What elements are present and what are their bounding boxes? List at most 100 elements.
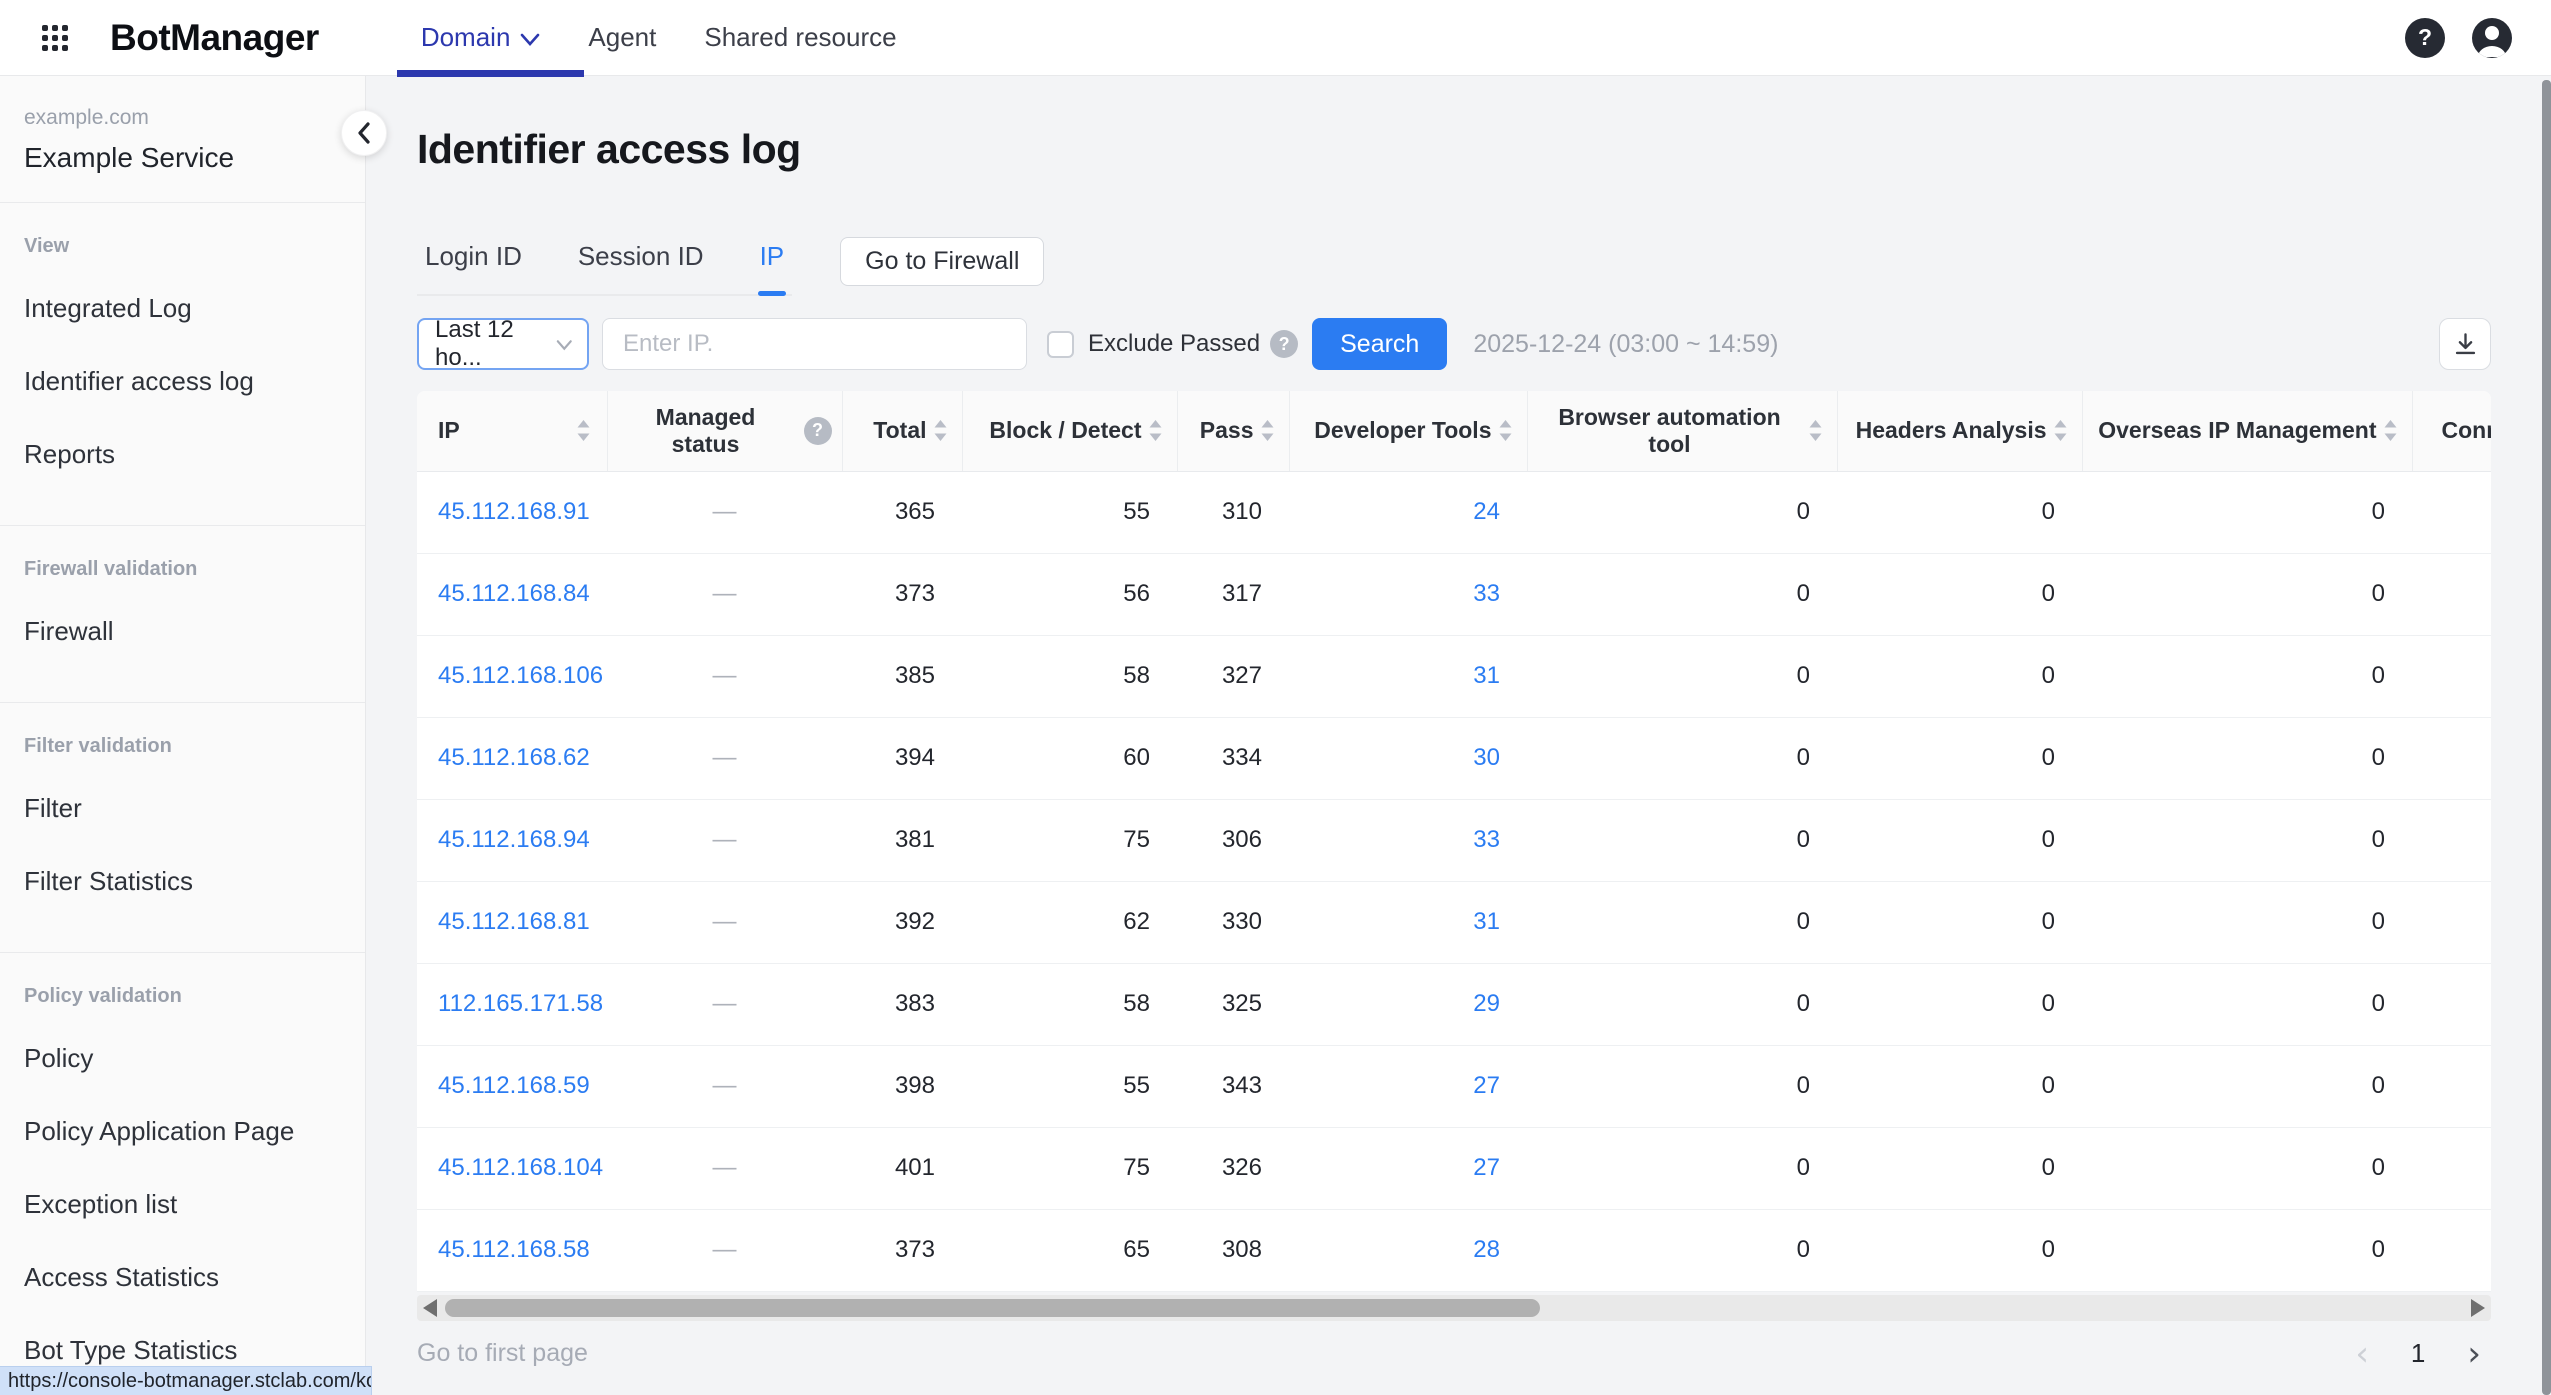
- developer-tools-link[interactable]: 33: [1473, 826, 1500, 853]
- sidebar-section-label: Firewall validation: [24, 558, 198, 580]
- sidebar-item-reports[interactable]: Reports: [24, 418, 341, 491]
- sidebar-item-firewall[interactable]: Firewall: [24, 595, 341, 668]
- column-header-headers-analysis[interactable]: Headers Analysis: [1836, 391, 2082, 472]
- help-icon[interactable]: ?: [2405, 17, 2445, 58]
- sort-icon[interactable]: [576, 418, 591, 443]
- developer-tools-link[interactable]: 28: [1473, 1236, 1500, 1263]
- column-header-browser-automation-tool[interactable]: Browser automation tool: [1526, 391, 1837, 472]
- table-row: 45.112.168.91 — 365 55 310 24 0 0 0: [417, 471, 2491, 553]
- conn-cell: [2412, 1045, 2491, 1127]
- account-icon[interactable]: [2471, 17, 2513, 59]
- total-cell: 381: [894, 826, 935, 853]
- developer-tools-link[interactable]: 33: [1473, 580, 1500, 607]
- period-select[interactable]: Last 12 ho...: [417, 316, 589, 371]
- column-header-total[interactable]: Total: [841, 391, 962, 472]
- tab-session-id[interactable]: Session ID: [576, 231, 706, 294]
- sidebar-item-policy-application-page[interactable]: Policy Application Page: [24, 1095, 341, 1168]
- overseas-ip-cell: 0: [2371, 826, 2385, 853]
- column-label: Conn: [2441, 417, 2492, 444]
- next-page-button[interactable]: ›: [2467, 1337, 2481, 1371]
- block-detect-cell: 75: [1123, 1154, 1150, 1181]
- ip-link[interactable]: 45.112.168.81: [438, 908, 590, 935]
- column-header-managed-status: Managed status?: [606, 391, 842, 472]
- search-button[interactable]: Search: [1312, 318, 1448, 370]
- ip-cell: 45.112.168.81: [417, 881, 607, 963]
- ip-search-input[interactable]: [602, 318, 1027, 370]
- app-window: BotManager Domain Agent Shared resource ?: [0, 0, 2551, 1395]
- go-to-firewall-button[interactable]: Go to Firewall: [840, 237, 1045, 286]
- sort-icon[interactable]: [2053, 418, 2068, 443]
- headers-analysis-cell: 0: [2041, 1072, 2055, 1099]
- sort-icon[interactable]: [1260, 418, 1275, 443]
- column-header-ip[interactable]: IP: [417, 391, 607, 472]
- column-header-developer-tools[interactable]: Developer Tools: [1288, 391, 1527, 472]
- primary-nav: Domain Agent Shared resource: [396, 0, 921, 77]
- exclude-passed-label: Exclude Passed: [1088, 330, 1261, 357]
- block-detect-cell: 58: [1123, 662, 1150, 689]
- sort-icon[interactable]: [2383, 418, 2398, 443]
- vertical-scrollbar[interactable]: [2542, 80, 2551, 1395]
- sort-icon[interactable]: [933, 418, 948, 443]
- download-button[interactable]: [2439, 318, 2491, 370]
- sort-icon[interactable]: [1808, 418, 1823, 443]
- nav-item-domain[interactable]: Domain: [396, 0, 584, 77]
- headers-analysis-cell: 0: [2041, 908, 2055, 935]
- tab-login-id[interactable]: Login ID: [423, 231, 524, 294]
- scroll-right-arrow-icon[interactable]: [2471, 1298, 2485, 1317]
- topbar-right: ?: [2405, 17, 2513, 59]
- sidebar-item-filter-statistics[interactable]: Filter Statistics: [24, 845, 341, 918]
- app-grid-icon[interactable]: [42, 24, 68, 51]
- ip-link[interactable]: 45.112.168.104: [438, 1154, 603, 1181]
- prev-page-button[interactable]: ‹: [2355, 1337, 2369, 1371]
- ip-link[interactable]: 45.112.168.59: [438, 1072, 590, 1099]
- sidebar-item-exception-list[interactable]: Exception list: [24, 1168, 341, 1241]
- developer-tools-link[interactable]: 27: [1473, 1154, 1500, 1181]
- column-header-block-detect[interactable]: Block / Detect: [961, 391, 1177, 472]
- block-detect-cell: 56: [1123, 580, 1150, 607]
- go-to-first-page-link[interactable]: Go to first page: [417, 1339, 588, 1368]
- overseas-ip-cell: 0: [2371, 908, 2385, 935]
- ip-link[interactable]: 45.112.168.58: [438, 1236, 590, 1263]
- sidebar-service-name[interactable]: Example Service: [24, 142, 341, 174]
- nav-item-agent[interactable]: Agent: [564, 0, 680, 76]
- horizontal-scrollbar[interactable]: [417, 1294, 2491, 1321]
- ip-link[interactable]: 45.112.168.94: [438, 826, 590, 853]
- sidebar-item-access-statistics[interactable]: Access Statistics: [24, 1241, 341, 1314]
- column-label: Total: [873, 417, 927, 444]
- ip-link[interactable]: 45.112.168.84: [438, 580, 590, 607]
- headers-analysis-cell: 0: [2041, 990, 2055, 1017]
- sort-icon[interactable]: [1498, 418, 1513, 443]
- sidebar-item-integrated-log[interactable]: Integrated Log: [24, 272, 341, 345]
- column-label: Developer Tools: [1314, 417, 1492, 444]
- developer-tools-link[interactable]: 24: [1473, 498, 1500, 525]
- sort-icon[interactable]: [1148, 418, 1163, 443]
- sidebar-item-filter[interactable]: Filter: [24, 772, 341, 845]
- ip-link[interactable]: 45.112.168.91: [438, 498, 590, 525]
- column-header-pass[interactable]: Pass: [1176, 391, 1289, 472]
- ip-link[interactable]: 45.112.168.62: [438, 744, 590, 771]
- nav-item-shared-resource[interactable]: Shared resource: [680, 0, 920, 76]
- sidebar-item-policy[interactable]: Policy: [24, 1022, 341, 1095]
- horizontal-scrollbar-thumb[interactable]: [445, 1298, 1540, 1317]
- chevron-left-icon: [358, 122, 370, 144]
- sidebar-item-identifier-access-log[interactable]: Identifier access log: [24, 345, 341, 418]
- headers-analysis-cell: 0: [2041, 1236, 2055, 1263]
- overseas-ip-cell: 0: [2371, 662, 2385, 689]
- developer-tools-link[interactable]: 30: [1473, 744, 1500, 771]
- developer-tools-link[interactable]: 27: [1473, 1072, 1500, 1099]
- developer-tools-link[interactable]: 31: [1473, 908, 1500, 935]
- sidebar-collapse-button[interactable]: [341, 110, 387, 156]
- nav-item-label: Agent: [588, 22, 657, 52]
- page-title: Identifier access log: [417, 126, 801, 172]
- tab-ip[interactable]: IP: [757, 231, 787, 296]
- scroll-left-arrow-icon[interactable]: [423, 1298, 437, 1317]
- ip-link[interactable]: 45.112.168.106: [438, 662, 603, 689]
- exclude-passed-help-icon[interactable]: ?: [1270, 330, 1299, 358]
- help-icon[interactable]: ?: [803, 416, 832, 445]
- developer-tools-link[interactable]: 31: [1473, 662, 1500, 689]
- developer-tools-link[interactable]: 29: [1473, 990, 1500, 1017]
- ip-link[interactable]: 112.165.171.58: [438, 990, 603, 1017]
- column-header-overseas-ip-management[interactable]: Overseas IP Management: [2081, 391, 2412, 472]
- table-header-row: IP Managed status? Total Block / Detect Pass…: [417, 391, 2492, 472]
- exclude-passed-checkbox[interactable]: [1047, 330, 1074, 358]
